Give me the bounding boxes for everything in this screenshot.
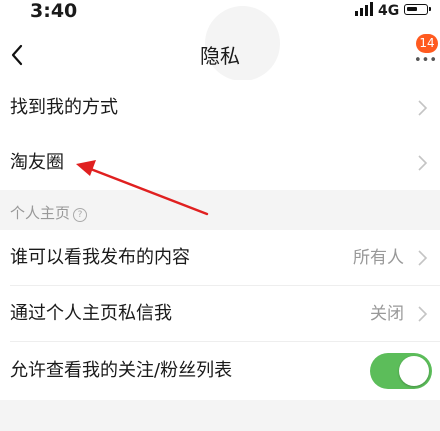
- chevron-right-icon: [418, 306, 428, 322]
- settings-row-private-message[interactable]: 通过个人主页私信我 关闭: [0, 286, 440, 342]
- settings-row-content-visibility[interactable]: 谁可以看我发布的内容 所有人: [0, 230, 440, 286]
- row-divider: [10, 341, 440, 342]
- row-label: 谁可以看我发布的内容: [10, 247, 190, 268]
- more-icon[interactable]: •••: [414, 54, 437, 67]
- settings-row-follow-list: 允许查看我的关注/粉丝列表: [0, 343, 440, 399]
- chevron-right-icon: [418, 100, 428, 116]
- question-icon[interactable]: ?: [73, 208, 88, 222]
- page-title: 隐私: [200, 44, 240, 68]
- row-label: 通过个人主页私信我: [10, 303, 172, 324]
- signal-icon: [355, 2, 373, 16]
- settings-row-taoyouquan[interactable]: 淘友圈: [0, 135, 440, 191]
- row-value: 所有人: [353, 248, 404, 268]
- follow-list-toggle[interactable]: [370, 353, 432, 389]
- settings-row-find-me[interactable]: 找到我的方式: [0, 80, 440, 136]
- navigation-bar: 隐私 ••• 14: [0, 6, 440, 86]
- row-label: 找到我的方式: [10, 97, 118, 118]
- status-time: 3:40: [30, 0, 78, 22]
- section-title: 个人主页: [10, 204, 71, 222]
- chevron-right-icon: [418, 155, 428, 171]
- row-label: 淘友圈: [10, 152, 64, 173]
- notification-badge: 14: [416, 34, 438, 53]
- row-value: 关闭: [370, 304, 404, 324]
- page-background: [0, 400, 440, 431]
- chevron-right-icon: [418, 250, 428, 266]
- row-label: 允许查看我的关注/粉丝列表: [10, 360, 233, 381]
- toggle-knob: [399, 356, 429, 386]
- section-header-profile: 个人主页?: [0, 190, 440, 230]
- network-type: 4G: [378, 3, 400, 19]
- battery-icon: [404, 4, 431, 15]
